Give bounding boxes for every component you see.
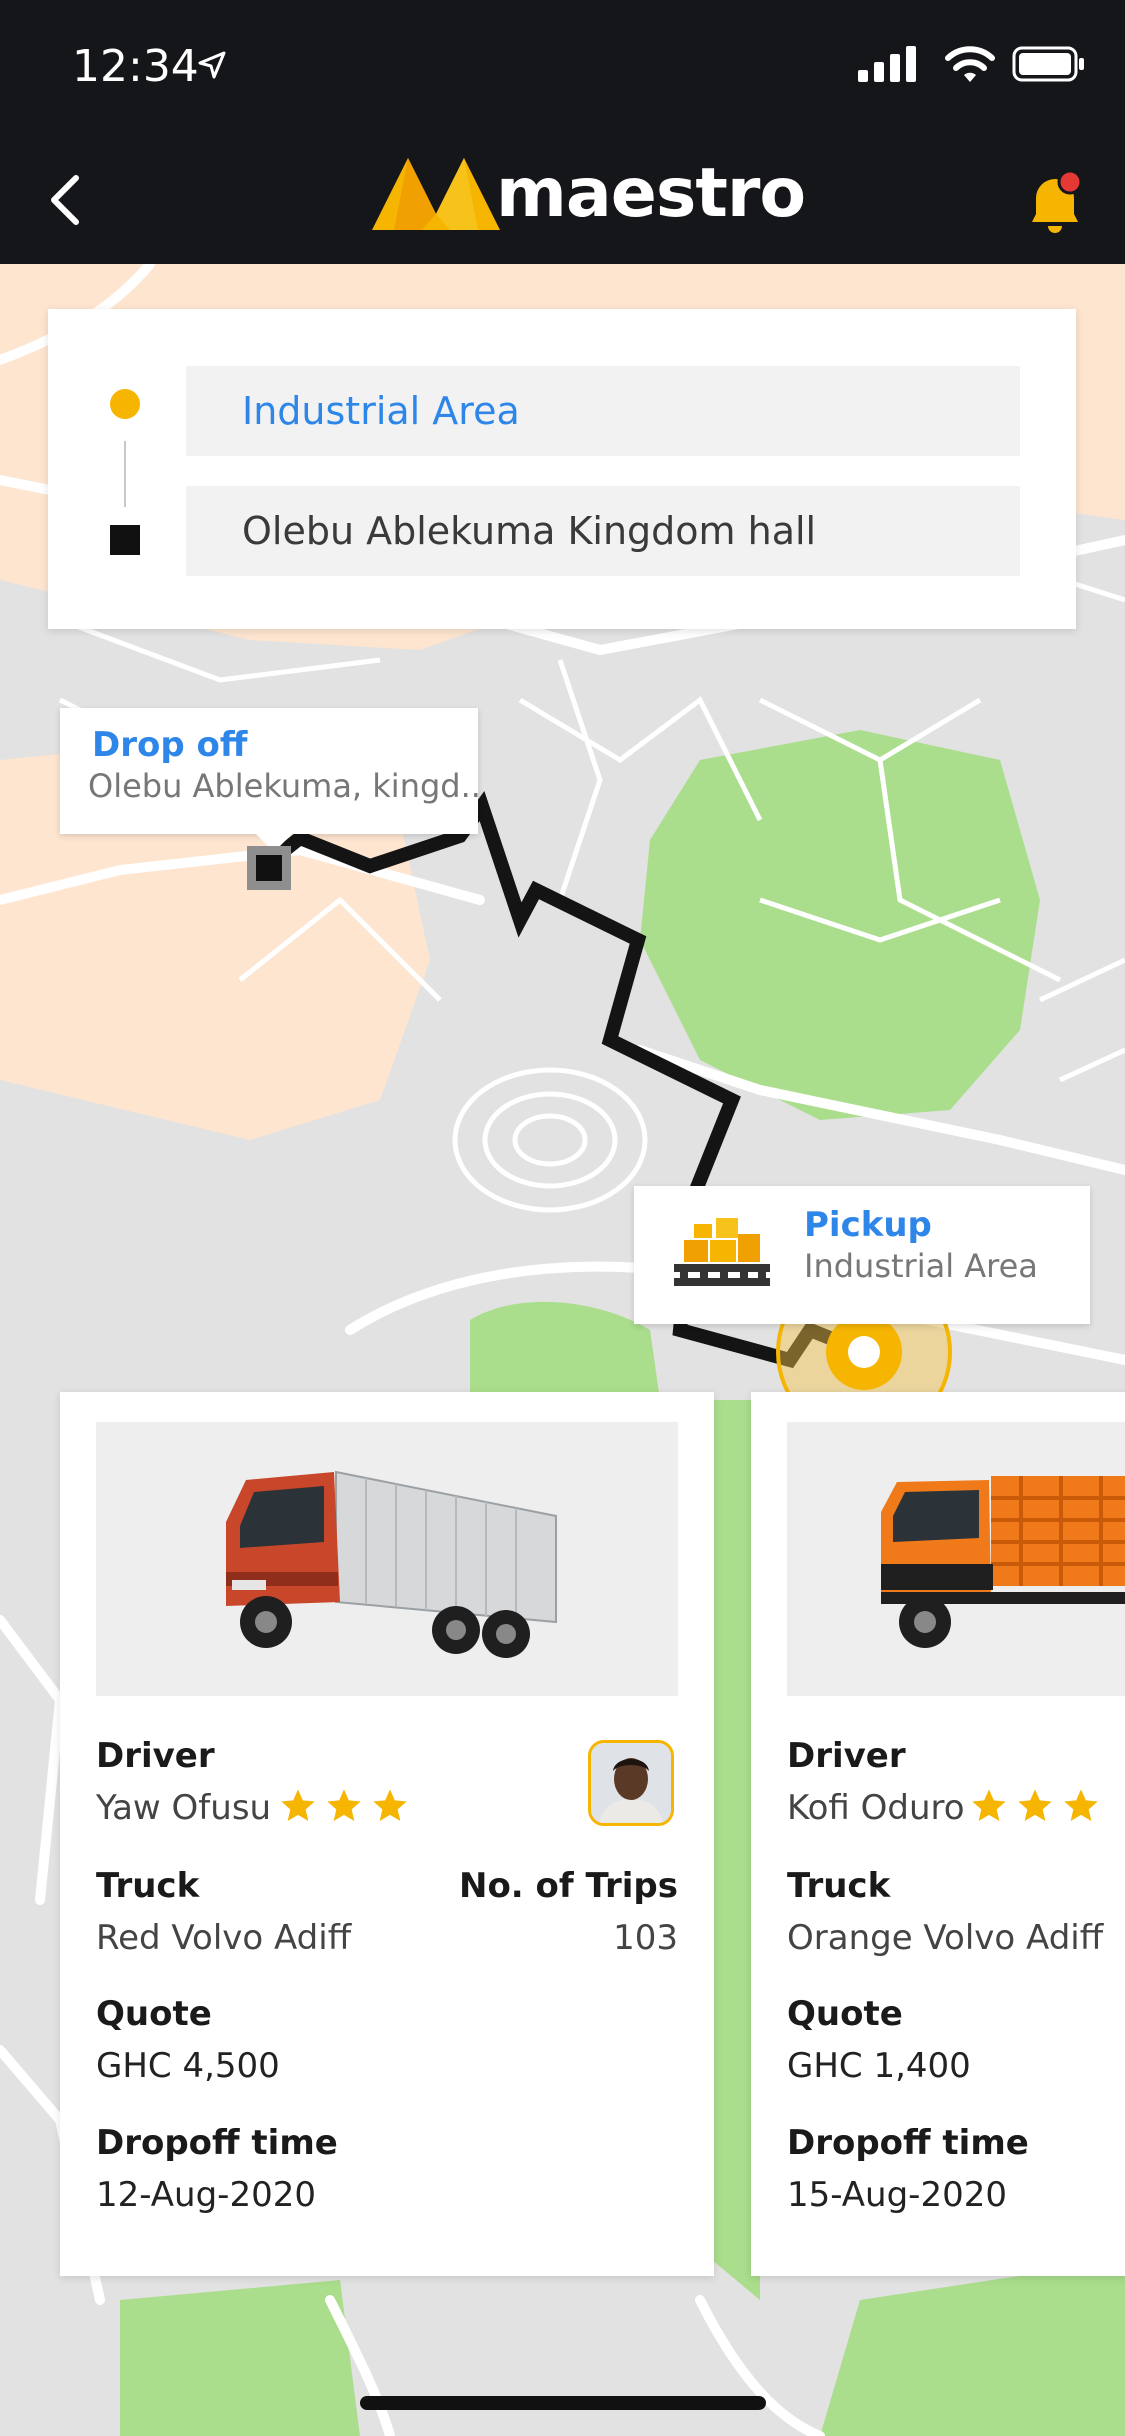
star-icon xyxy=(972,1789,1006,1821)
star-icon xyxy=(1064,1789,1098,1821)
dropoff-time-value: 15-Aug-2020 xyxy=(787,2175,1007,2215)
dropoff-location-input[interactable]: Olebu Ablekuma Kingdom hall xyxy=(186,486,1020,576)
pickup-callout-title: Pickup xyxy=(804,1205,932,1245)
quote-label: Quote xyxy=(787,1994,903,2034)
dropoff-time-label: Dropoff time xyxy=(787,2123,1029,2163)
dropoff-callout[interactable]: Drop off Olebu Ablekuma, kingd.. xyxy=(60,708,481,852)
dropoff-square-icon xyxy=(110,525,140,555)
driver-portrait xyxy=(591,1743,671,1823)
location-arrow-icon xyxy=(198,51,226,79)
maestro-logo: maestro xyxy=(372,150,806,234)
truck-name: Orange Volvo Adiff xyxy=(787,1918,1104,1958)
pickup-callout[interactable]: Pickup Industrial Area xyxy=(634,1186,1090,1324)
wifi-icon xyxy=(945,46,995,82)
driver-name: Kofi Oduro xyxy=(787,1788,965,1828)
trips-count: 103 xyxy=(613,1918,678,1958)
trips-label: No. of Trips xyxy=(458,1866,678,1906)
driver-label: Driver xyxy=(96,1736,215,1776)
truck-name: Red Volvo Adiff xyxy=(96,1918,352,1958)
pickup-callout-address: Industrial Area xyxy=(804,1247,1038,1285)
dropoff-marker-icon[interactable] xyxy=(247,846,291,890)
star-icon xyxy=(281,1789,315,1821)
home-indicator[interactable] xyxy=(360,2396,766,2410)
quote-value: GHC 4,500 xyxy=(96,2046,280,2086)
truck-label: Truck xyxy=(96,1866,200,1906)
star-icon xyxy=(1018,1789,1052,1821)
back-button[interactable] xyxy=(36,164,96,234)
notification-badge xyxy=(1057,169,1083,195)
truck-photo xyxy=(787,1422,1125,1696)
route-connector xyxy=(124,441,126,507)
battery-icon xyxy=(1012,46,1084,82)
driver-rating xyxy=(969,1786,1107,1826)
dropoff-callout-title: Drop off xyxy=(92,725,248,765)
driver-label: Driver xyxy=(787,1736,906,1776)
truck-card[interactable]: Driver Kofi Oduro Truck Orange Volvo Adi… xyxy=(751,1392,1125,2276)
star-icon xyxy=(373,1789,407,1821)
truck-label: Truck xyxy=(787,1866,891,1906)
pickup-dot-icon xyxy=(110,389,140,419)
truck-image xyxy=(226,1470,557,1658)
dropoff-time-label: Dropoff time xyxy=(96,2123,338,2163)
quote-label: Quote xyxy=(96,1994,212,2034)
star-icon xyxy=(327,1789,361,1821)
truck-image xyxy=(881,1476,1125,1648)
driver-rating xyxy=(278,1786,416,1826)
maestro-logo-icon xyxy=(372,158,500,230)
cellular-signal-icon xyxy=(858,46,916,82)
truck-photo xyxy=(96,1422,678,1696)
brand-name: maestro xyxy=(496,154,806,233)
truck-card[interactable]: Driver Yaw Ofusu Truck Red Volvo Adiff N… xyxy=(60,1392,714,2276)
pickup-location-input[interactable]: Industrial Area xyxy=(186,366,1020,456)
driver-avatar[interactable] xyxy=(588,1740,674,1826)
status-time: 12:34 xyxy=(72,41,199,92)
notification-bell-button[interactable] xyxy=(1022,168,1088,238)
route-card: Industrial Area Olebu Ablekuma Kingdom h… xyxy=(48,309,1076,629)
driver-name: Yaw Ofusu xyxy=(96,1788,272,1828)
quote-value: GHC 1,400 xyxy=(787,2046,971,2086)
top-bar: 12:34 maestro xyxy=(0,0,1125,264)
dropoff-callout-address: Olebu Ablekuma, kingd.. xyxy=(88,767,481,805)
cargo-pallet-icon xyxy=(674,1218,770,1286)
dropoff-time-value: 12-Aug-2020 xyxy=(96,2175,316,2215)
